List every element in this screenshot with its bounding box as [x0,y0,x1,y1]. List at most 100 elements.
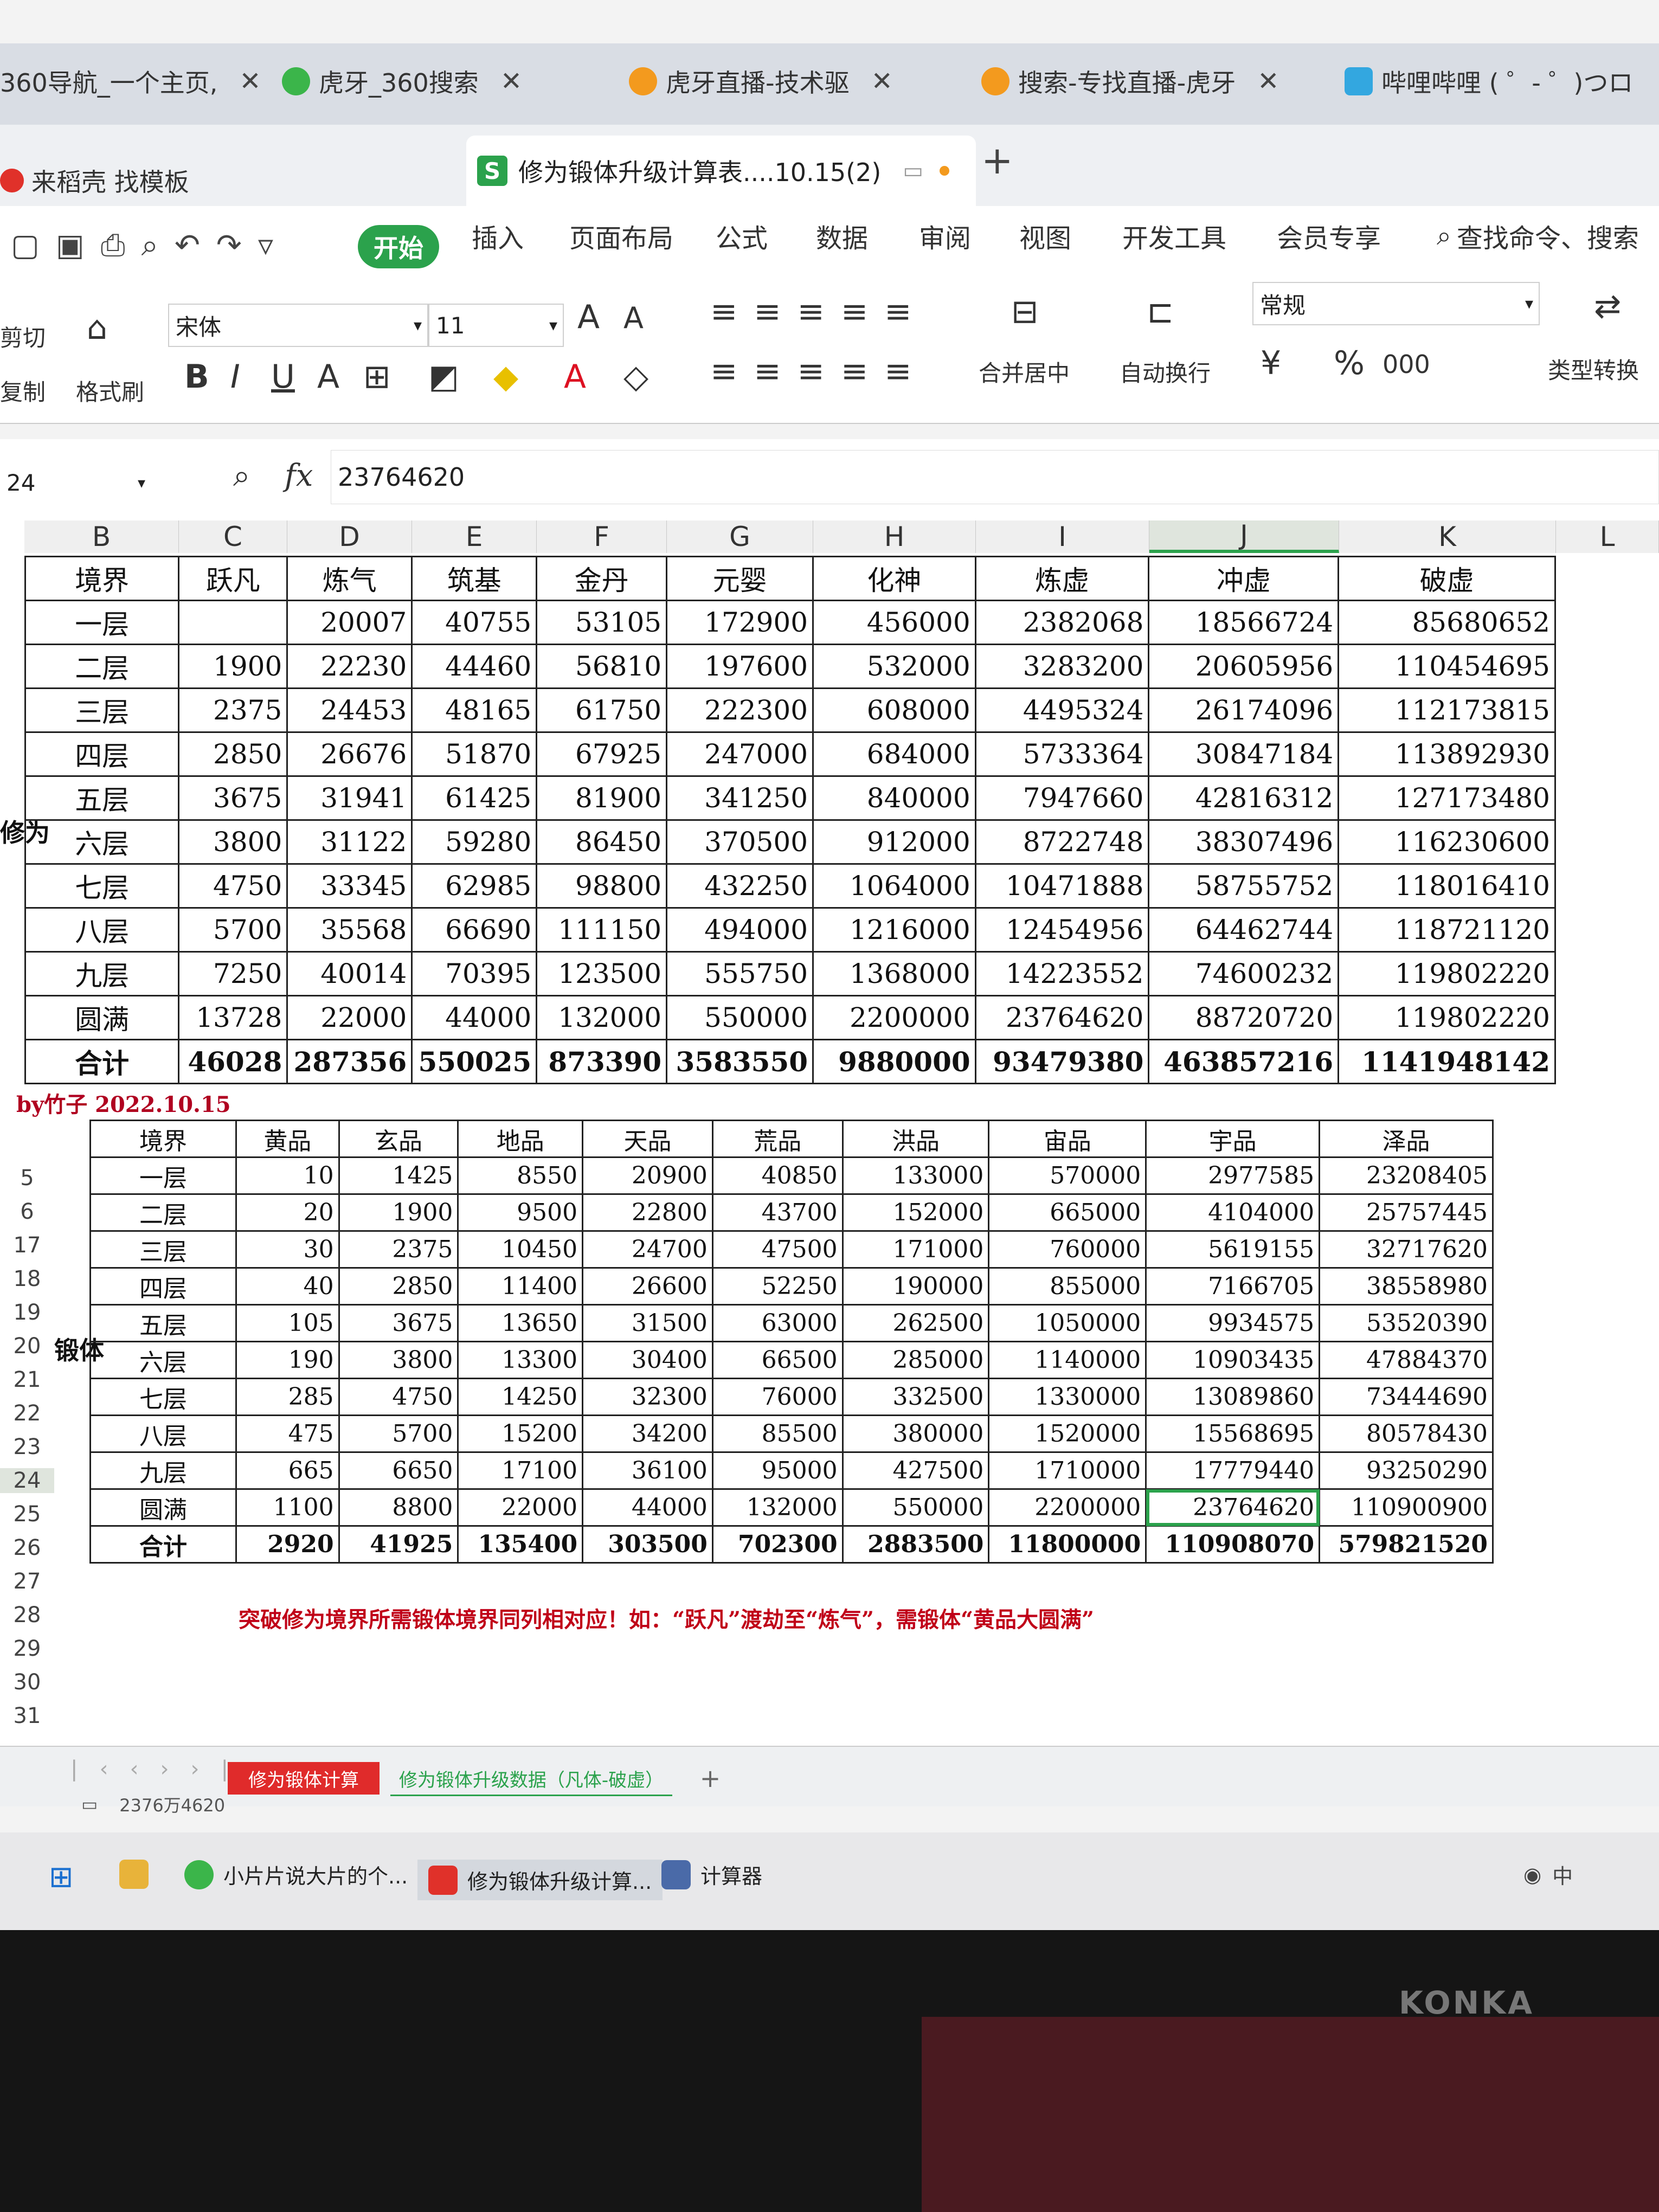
menu-insert[interactable]: 插入 [472,217,524,255]
value-cell[interactable]: 684000 [812,731,976,777]
menu-member[interactable]: 会员专享 [1277,217,1381,255]
header-cell[interactable]: 宙品 [988,1120,1147,1158]
value-cell[interactable]: 8800 [338,1488,459,1527]
value-cell[interactable]: 4750 [178,863,288,909]
value-cell[interactable]: 3800 [338,1341,459,1379]
value-cell[interactable]: 36100 [582,1451,713,1490]
value-cell[interactable]: 44000 [411,995,538,1040]
font-size-select[interactable]: 11 ▾ [428,304,564,347]
value-cell[interactable]: 47500 [711,1230,844,1269]
value-cell[interactable]: 287356 [286,1039,413,1084]
value-cell[interactable]: 494000 [666,907,814,953]
level-cell[interactable]: 二层 [89,1193,237,1232]
value-cell[interactable]: 119802220 [1338,951,1556,996]
menu-view[interactable]: 视图 [1019,217,1071,255]
value-cell[interactable]: 172900 [666,600,814,645]
value-cell[interactable]: 18566724 [1148,600,1340,645]
value-cell[interactable]: 51870 [411,731,538,777]
currency-button[interactable]: ¥ [1261,344,1281,382]
value-cell[interactable]: 2375 [178,687,288,733]
header-cell[interactable]: 炼虚 [974,556,1150,601]
header-cell[interactable]: 跃凡 [178,556,288,601]
function-button[interactable]: fx [285,458,313,493]
value-cell[interactable]: 25757445 [1319,1193,1494,1232]
value-cell[interactable]: 702300 [711,1525,844,1564]
value-cell[interactable]: 118016410 [1338,863,1556,909]
template-link[interactable]: 来稻壳 找模板 [0,163,189,198]
value-cell[interactable]: 2977585 [1145,1156,1321,1195]
level-cell[interactable]: 四层 [24,731,180,777]
font-color-icon[interactable]: A [564,358,586,396]
close-icon[interactable]: ✕ [500,66,522,97]
column-header-f[interactable]: F [537,520,667,553]
wrap-text-button[interactable]: 自动换行 [1120,355,1211,388]
value-cell[interactable]: 31122 [286,819,413,865]
value-cell[interactable]: 3675 [178,775,288,821]
level-cell[interactable]: 八层 [24,907,180,953]
row-number[interactable]: 6 [0,1199,54,1224]
browser-tab[interactable]: 虎牙_360搜索 ✕ [282,54,522,108]
number-format-select[interactable]: 常规 ▾ [1252,282,1540,325]
value-cell[interactable]: 31500 [582,1304,713,1342]
align-top-icons[interactable]: ≡≡≡≡≡ [710,293,928,331]
value-cell[interactable]: 1710000 [988,1451,1147,1490]
value-cell[interactable]: 15200 [457,1414,584,1453]
value-cell[interactable]: 76000 [711,1378,844,1416]
header-cell[interactable]: 境界 [89,1120,237,1158]
value-cell[interactable]: 13728 [178,995,288,1040]
value-cell[interactable]: 9934575 [1145,1304,1321,1342]
value-cell[interactable]: 24700 [582,1230,713,1269]
level-cell[interactable]: 一层 [89,1156,237,1195]
level-cell[interactable]: 二层 [24,644,180,689]
file-explorer-icon[interactable] [119,1860,158,1889]
value-cell[interactable]: 912000 [812,819,976,865]
row-number[interactable]: 27 [0,1569,54,1594]
value-cell[interactable]: 85500 [711,1414,844,1453]
value-cell[interactable]: 608000 [812,687,976,733]
level-cell[interactable]: 九层 [89,1451,237,1490]
value-cell[interactable]: 2200000 [812,995,976,1040]
type-convert-button[interactable]: 类型转换 [1548,352,1639,385]
value-cell[interactable]: 12454956 [974,907,1150,953]
value-cell[interactable]: 555750 [666,951,814,996]
zoom-icon[interactable]: ⌕ [233,458,250,494]
browser-tab[interactable]: 360导航_一个主页, ✕ [0,54,261,108]
value-cell[interactable]: 41925 [338,1525,459,1564]
value-cell[interactable]: 10450 [457,1230,584,1269]
value-cell[interactable]: 432250 [666,863,814,909]
value-cell[interactable]: 17779440 [1145,1451,1321,1490]
row-number[interactable]: 28 [0,1603,54,1628]
column-header-b[interactable]: B [24,520,179,553]
value-cell[interactable]: 6650 [338,1451,459,1490]
quick-access-icons[interactable]: ▢▣⎙⌕↶↷▿ [11,228,290,263]
merge-center-button[interactable]: 合并居中 [979,355,1070,388]
taskbar-item-wps[interactable]: 修为锻体升级计算... [417,1860,663,1900]
value-cell[interactable]: 26676 [286,731,413,777]
value-cell[interactable]: 247000 [666,731,814,777]
row-number[interactable]: 19 [0,1300,54,1325]
menu-start[interactable]: 开始 [358,225,439,268]
value-cell[interactable]: 2382068 [974,600,1150,645]
value-cell[interactable]: 579821520 [1319,1525,1494,1564]
level-cell[interactable]: 圆满 [24,995,180,1040]
sheet-tab-active[interactable]: 修为锻体计算 [228,1762,380,1795]
value-cell[interactable]: 10903435 [1145,1341,1321,1379]
column-header-k[interactable]: K [1339,520,1556,553]
value-cell[interactable]: 30 [235,1230,340,1269]
value-cell[interactable]: 20 [235,1193,340,1232]
value-cell[interactable]: 1368000 [812,951,976,996]
new-tab-button[interactable]: + [981,138,1013,183]
value-cell[interactable]: 11800000 [988,1525,1147,1564]
value-cell[interactable]: 5700 [178,907,288,953]
value-cell[interactable]: 665000 [988,1193,1147,1232]
header-cell[interactable]: 破虚 [1338,556,1556,601]
value-cell[interactable]: 66690 [411,907,538,953]
level-cell[interactable]: 九层 [24,951,180,996]
browser-tab[interactable]: 哔哩哔哩 ( ゜- ゜)つロ [1345,54,1633,108]
row-number[interactable]: 20 [0,1334,54,1359]
row-number[interactable]: 18 [0,1266,54,1291]
value-cell[interactable]: 135400 [457,1525,584,1564]
value-cell[interactable]: 132000 [536,995,668,1040]
value-cell[interactable]: 20007 [286,600,413,645]
header-cell[interactable]: 冲虚 [1148,556,1340,601]
